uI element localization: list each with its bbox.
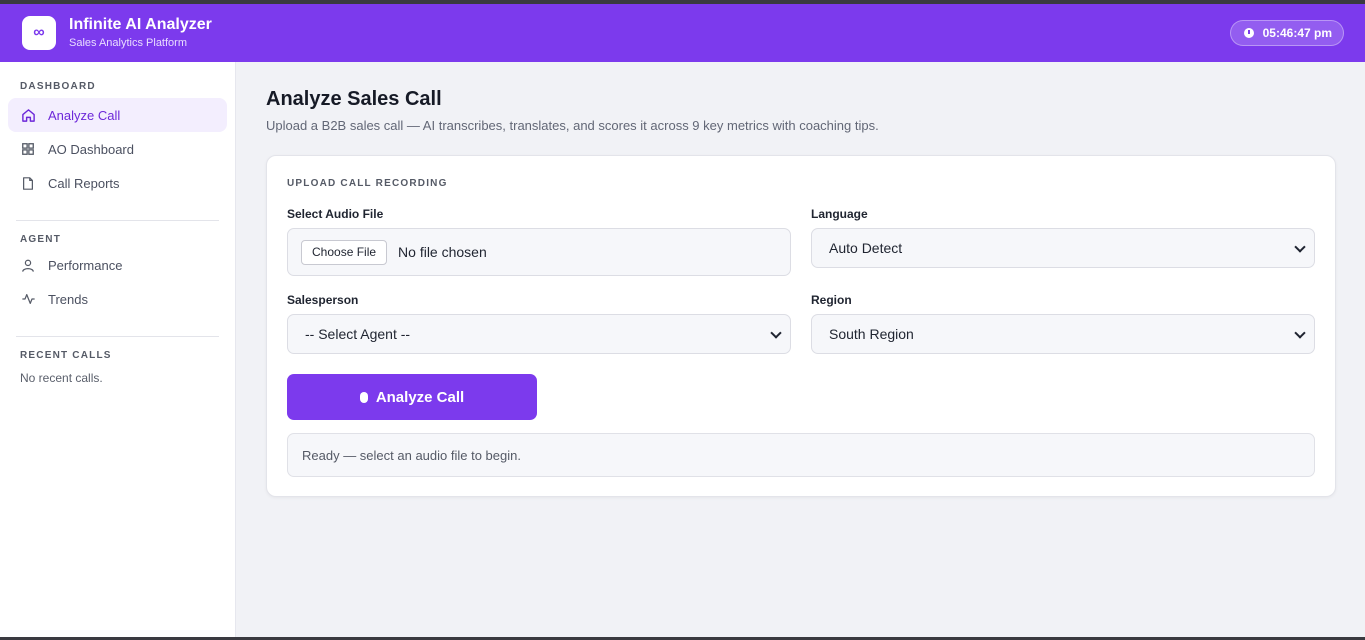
sidebar: DASHBOARD Analyze Call AO Dashboard Call… [0, 62, 236, 640]
region-select-value: South Region [829, 326, 914, 342]
recent-calls-empty: No recent calls. [20, 371, 103, 385]
sidebar-item-call-reports[interactable]: Call Reports [8, 166, 227, 200]
language-select[interactable]: Auto Detect [811, 228, 1315, 268]
sidebar-item-label: Call Reports [48, 175, 120, 191]
choose-file-button[interactable]: Choose File [301, 239, 388, 265]
document-icon [20, 175, 36, 191]
region-label: Region [811, 293, 852, 307]
analyze-call-button[interactable]: Analyze Call [287, 374, 537, 420]
microphone-icon [359, 391, 368, 403]
analyze-call-button-label: Analyze Call [375, 388, 465, 406]
sidebar-section-recent-calls: RECENT CALLS [20, 350, 112, 361]
chevron-down-icon [770, 327, 782, 339]
sidebar-divider [16, 220, 219, 221]
card-heading: UPLOAD CALL RECORDING [287, 178, 448, 189]
activity-icon [20, 291, 36, 307]
sidebar-item-label: Analyze Call [48, 107, 121, 123]
infinity-logo-icon: ∞ [22, 16, 56, 50]
language-select-value: Auto Detect [829, 240, 903, 256]
sidebar-item-label: AO Dashboard [48, 141, 134, 157]
audio-file-label: Select Audio File [287, 207, 384, 221]
grid-icon [20, 141, 36, 157]
clock-icon [1243, 28, 1254, 38]
chevron-down-icon [1294, 241, 1306, 253]
app-title: Infinite AI Analyzer [69, 16, 212, 33]
salesperson-select[interactable]: -- Select Agent -- [287, 314, 791, 354]
salesperson-label: Salesperson [287, 293, 359, 307]
sidebar-item-label: Performance [48, 257, 123, 273]
upload-card: UPLOAD CALL RECORDING Select Audio File … [266, 155, 1336, 497]
clock-badge: 05:46:47 pm [1229, 20, 1344, 46]
sidebar-item-label: Trends [48, 291, 88, 307]
file-status-text: No file chosen [398, 244, 487, 260]
sidebar-section-agent: AGENT [20, 234, 61, 245]
status-message: Ready — select an audio file to begin. [287, 433, 1315, 477]
sidebar-section-dashboard: DASHBOARD [20, 81, 96, 92]
clock-time: 05:46:47 pm [1262, 26, 1332, 40]
page-title: Analyze Sales Call [266, 88, 442, 110]
app-header: ∞ Infinite AI Analyzer Sales Analytics P… [0, 4, 1365, 62]
user-icon [20, 257, 36, 273]
page-subtitle: Upload a B2B sales call — AI transcribes… [266, 118, 879, 133]
sidebar-item-performance[interactable]: Performance [8, 248, 227, 282]
sidebar-item-trends[interactable]: Trends [8, 282, 227, 316]
sidebar-divider [16, 336, 219, 337]
region-select[interactable]: South Region [811, 314, 1315, 354]
audio-file-input[interactable]: Choose File No file chosen [287, 228, 791, 276]
app-subtitle: Sales Analytics Platform [69, 37, 187, 49]
salesperson-select-value: -- Select Agent -- [305, 326, 411, 342]
sidebar-item-analyze-call[interactable]: Analyze Call [8, 98, 227, 132]
chevron-down-icon [1294, 327, 1306, 339]
home-icon [20, 107, 36, 123]
sidebar-item-ao-dashboard[interactable]: AO Dashboard [8, 132, 227, 166]
brand: Infinite AI Analyzer Sales Analytics Pla… [69, 16, 212, 50]
language-label: Language [811, 207, 868, 221]
